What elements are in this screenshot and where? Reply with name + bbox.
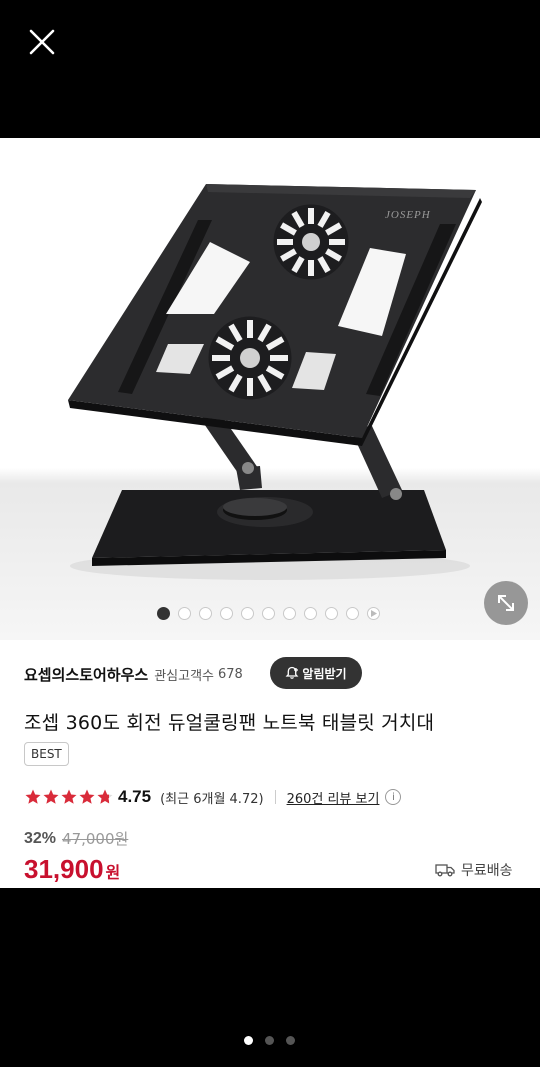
bell-plus-icon [285,666,299,679]
fav-label: 관심고객수 [154,668,215,684]
recent-rating: (최근 6개월 4.72) [160,791,264,807]
shipping-label: 무료배송 [461,863,513,879]
product-image-gallery[interactable]: JOSEPH [0,138,540,640]
page-dot [244,1036,253,1045]
store-name[interactable]: 요셉의스토어하우스 [24,664,148,685]
expand-icon [498,595,514,611]
close-button[interactable] [22,22,62,62]
best-badge: BEST [24,742,69,766]
gallery-dot[interactable] [304,607,317,620]
expand-button[interactable] [484,581,528,625]
alarm-button-label: 알림받기 [302,666,347,681]
fav-count: 678 [218,666,243,682]
shipping-info: 무료배송 [435,860,513,880]
divider [274,790,276,804]
gallery-dot[interactable] [220,607,233,620]
discount-rate: 32% [24,829,57,847]
gallery-dot[interactable] [241,607,254,620]
close-icon [29,29,55,55]
star-icon [79,789,95,804]
star-icon [97,789,113,804]
page-indicator [244,1036,307,1045]
info-icon[interactable]: i [385,789,402,805]
store-row: 요셉의스토어하우스 관심고객수 678 [24,658,243,690]
page-dot [265,1036,274,1045]
rating-row: 4.75 (최근 6개월 4.72) 260건 리뷰 보기 i [24,786,402,808]
star-icon [61,789,77,804]
gallery-dot[interactable] [157,607,170,620]
gallery-dot[interactable] [283,607,296,620]
price-row: 31,900 원 [24,854,120,885]
gallery-video-dot[interactable] [367,607,380,620]
viewer-topbar [0,0,540,138]
review-link[interactable]: 260건 리뷰 보기 [287,788,380,807]
gallery-dot[interactable] [325,607,338,620]
play-icon [371,610,377,617]
sale-price: 31,900 [24,854,104,884]
gallery-dot[interactable] [262,607,275,620]
rating-value: 4.75 [118,787,152,806]
alarm-button[interactable]: 알림받기 [270,657,362,689]
rating-stars [24,788,114,806]
product-title: 조셉 360도 회전 듀얼쿨링팬 노트북 태블릿 거치대 [24,712,435,734]
gallery-dot[interactable] [178,607,191,620]
product-image: JOSEPH [68,184,482,580]
truck-icon [435,864,455,877]
product-info-panel: 요셉의스토어하우스 관심고객수 678 알림받기 조셉 360도 회전 듀얼쿨링… [0,640,540,888]
gallery-dot[interactable] [199,607,212,620]
discount-row: 32% 47,000원 [24,828,128,849]
original-price: 47,000원 [62,830,129,848]
gallery-dot[interactable] [346,607,359,620]
star-icon [43,789,59,804]
product-logo-text: JOSEPH [385,209,431,221]
gallery-indicator [157,607,388,620]
star-icon [25,789,41,804]
currency-unit: 원 [105,863,121,882]
page-dot [286,1036,295,1045]
